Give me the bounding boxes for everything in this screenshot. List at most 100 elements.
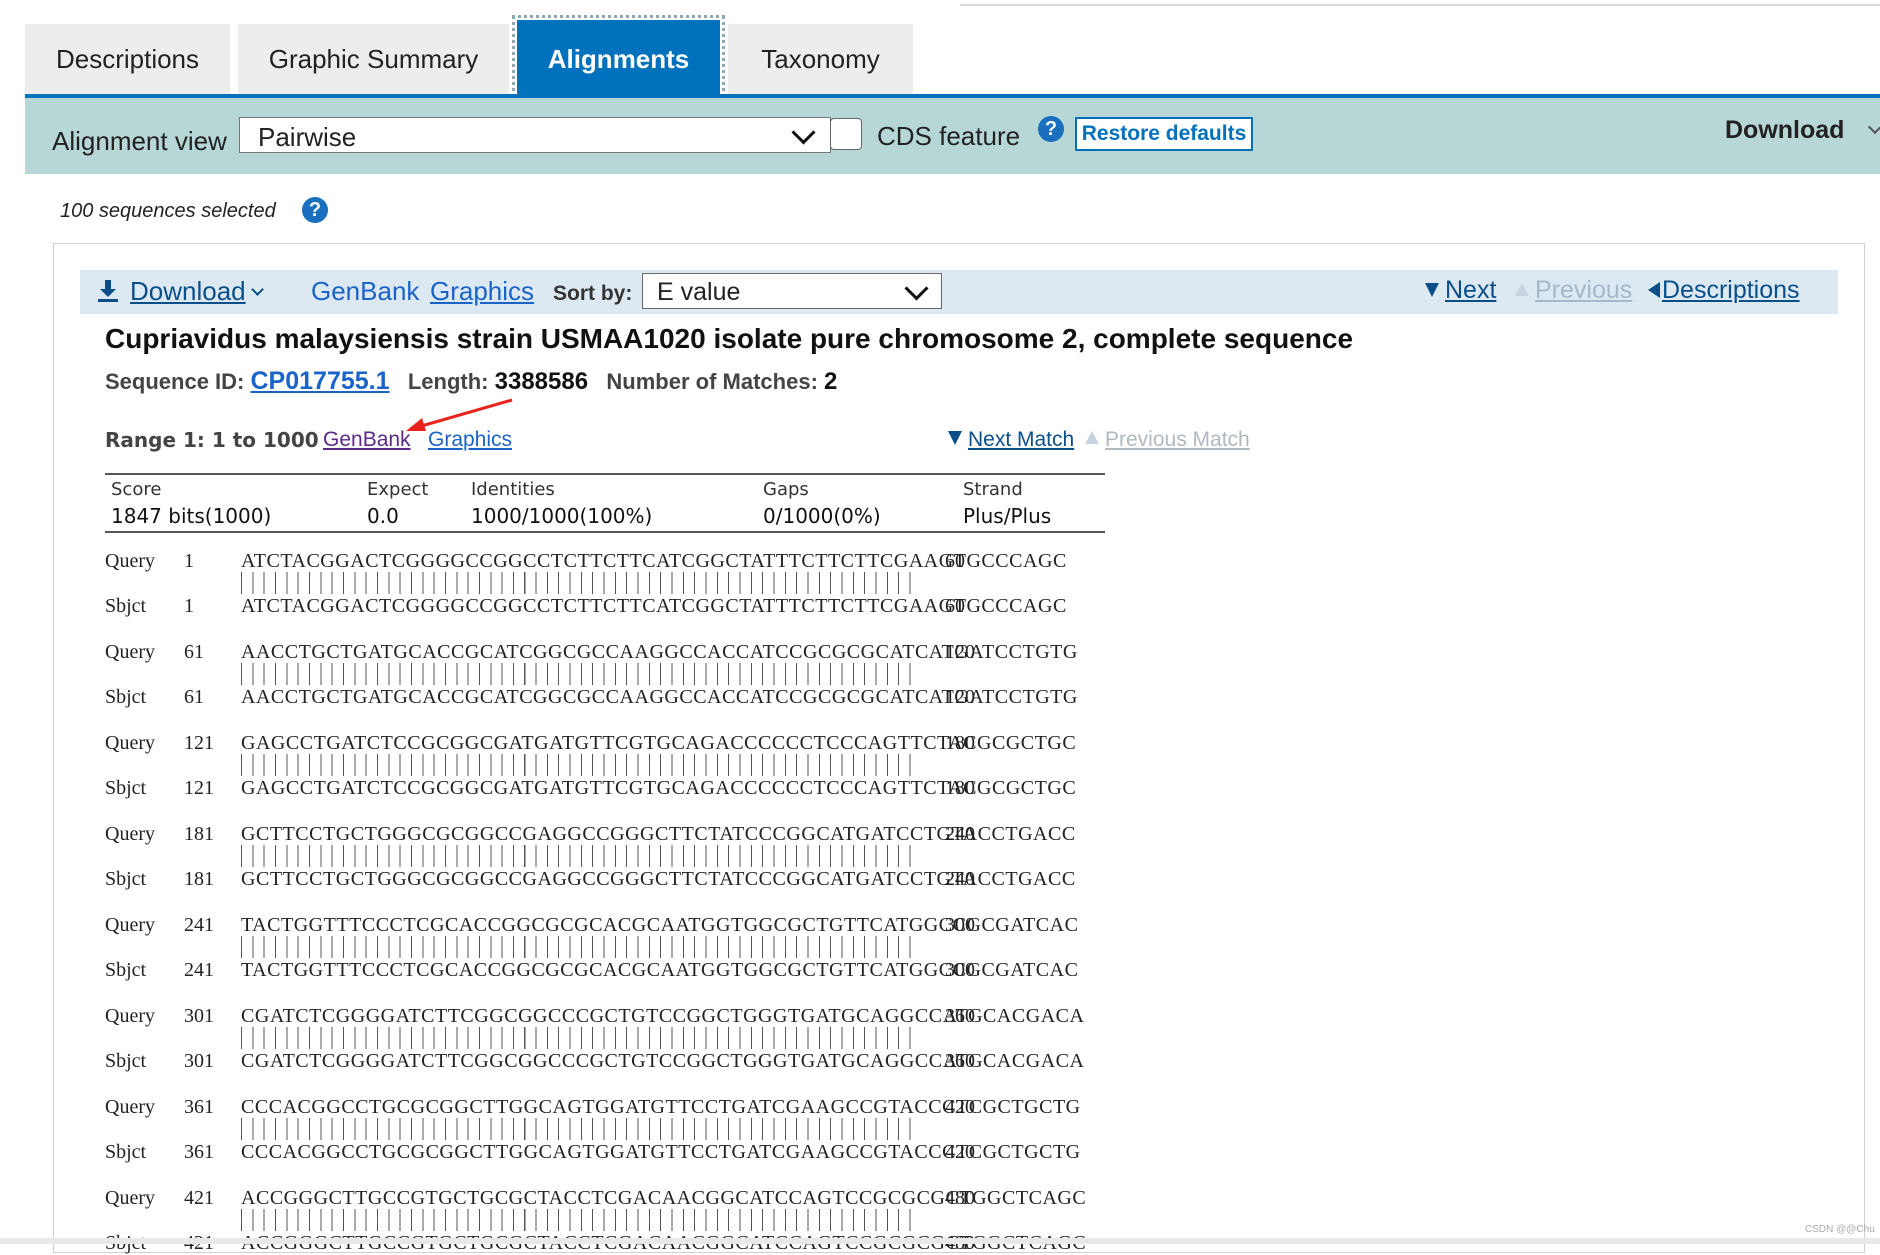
match-bars <box>241 1027 921 1049</box>
sort-by-label: Sort by: <box>553 282 633 305</box>
help-icon[interactable]: ? <box>302 197 328 223</box>
sbjct-end: 180 <box>945 777 975 799</box>
graphics-link[interactable]: Graphics <box>430 276 534 307</box>
cds-feature-checkbox[interactable] <box>830 118 862 150</box>
genbank-link[interactable]: GenBank <box>311 276 419 307</box>
sbjct-sequence: ATCTACGGACTCGGGGCCGGCCTCTTCTTCATCGGCTATT… <box>241 595 1067 617</box>
match-bars <box>241 663 921 685</box>
triangle-up-icon <box>1085 431 1099 444</box>
sbjct-end: 60 <box>945 595 965 617</box>
score-value: 1847 bits(1000) <box>111 504 272 528</box>
expect-value: 0.0 <box>367 504 399 528</box>
download-icon <box>98 280 118 302</box>
watermark: CSDN @@Chu <box>1805 1224 1875 1235</box>
cds-feature-label: CDS feature <box>877 121 1021 151</box>
triangle-down-icon <box>1425 283 1439 297</box>
sequence-id-link[interactable]: CP017755.1 <box>251 367 390 395</box>
match-bars <box>241 936 921 958</box>
next-match-link[interactable]: Next Match <box>948 428 1074 452</box>
identities-header: Identities <box>471 479 555 500</box>
query-end: 300 <box>945 914 975 936</box>
hit-toolbar: Download GenBank Graphics Sort by: E val… <box>80 270 1838 314</box>
previous-match-label: Previous Match <box>1105 428 1250 451</box>
alignment-view-label: Alignment view <box>52 126 227 156</box>
restore-defaults-button[interactable]: Restore defaults <box>1075 117 1253 151</box>
sbjct-label: Sbjct <box>105 1050 147 1072</box>
score-table: Score Expect Identities Gaps Strand 1847… <box>105 473 1105 533</box>
download-link[interactable]: Download <box>130 276 246 307</box>
query-end: 60 <box>945 550 965 572</box>
query-start: 241 <box>184 914 214 936</box>
sbjct-label: Sbjct <box>105 959 147 981</box>
sbjct-end: 360 <box>945 1050 975 1072</box>
alignment-view-bar: Alignment view Pairwise CDS feature ? Re… <box>25 98 1880 174</box>
triangle-left-icon <box>1648 282 1660 298</box>
sbjct-end: 420 <box>945 1141 975 1163</box>
sbjct-start: 1 <box>184 595 194 617</box>
alignment-view-select[interactable]: Pairwise <box>239 117 831 153</box>
help-icon[interactable]: ? <box>1038 116 1064 142</box>
query-sequence: ATCTACGGACTCGGGGCCGGCCTCTTCTTCATCGGCTATT… <box>241 550 1067 572</box>
match-bars <box>241 754 921 776</box>
sbjct-start: 241 <box>184 959 214 981</box>
chevron-down-icon <box>904 276 929 301</box>
next-match-label: Next Match <box>968 428 1075 451</box>
sbjct-end: 300 <box>945 959 975 981</box>
annotation-arrow-icon <box>406 398 513 431</box>
sbjct-end: 240 <box>945 868 975 890</box>
query-end: 480 <box>945 1187 975 1209</box>
tab-graphic-summary[interactable]: Graphic Summary <box>238 24 509 94</box>
hit-meta: Sequence ID: CP017755.1 Length: 3388586 … <box>105 367 837 396</box>
query-start: 301 <box>184 1005 214 1027</box>
query-label: Query <box>105 732 155 754</box>
tab-taxonomy[interactable]: Taxonomy <box>728 24 913 94</box>
query-start: 361 <box>184 1096 214 1118</box>
chevron-down-icon <box>1867 119 1880 135</box>
matches-label: Number of Matches: <box>606 369 818 394</box>
hit-title: Cupriavidus malaysiensis strain USMAA102… <box>105 323 1354 354</box>
query-start: 61 <box>184 641 204 663</box>
query-end: 180 <box>945 732 975 754</box>
query-label: Query <box>105 550 155 572</box>
bottom-scrollbar[interactable] <box>0 1238 1880 1244</box>
sort-by-select[interactable]: E value <box>642 273 942 309</box>
match-bars <box>241 845 921 867</box>
query-end: 420 <box>945 1096 975 1118</box>
query-end: 360 <box>945 1005 975 1027</box>
sort-by-value: E value <box>657 278 741 306</box>
sbjct-label: Sbjct <box>105 1141 147 1163</box>
query-label: Query <box>105 823 155 845</box>
identities-value: 1000/1000(100%) <box>471 504 653 528</box>
query-start: 1 <box>184 550 194 572</box>
query-end: 240 <box>945 823 975 845</box>
chevron-down-icon <box>791 120 816 145</box>
triangle-down-icon <box>948 431 962 445</box>
previous-label: Previous <box>1535 276 1633 304</box>
query-start: 421 <box>184 1187 214 1209</box>
next-link[interactable]: Next <box>1425 276 1496 305</box>
tab-alignments[interactable]: Alignments <box>512 15 725 99</box>
query-start: 121 <box>184 732 214 754</box>
sbjct-start: 361 <box>184 1141 214 1163</box>
download-menu-button[interactable]: Download <box>1725 116 1844 145</box>
previous-match-link[interactable]: Previous Match <box>1085 428 1250 452</box>
sbjct-end: 120 <box>945 686 975 708</box>
sbjct-start: 301 <box>184 1050 214 1072</box>
gaps-value: 0/1000(0%) <box>763 504 881 528</box>
result-tabs: Descriptions Graphic Summary Alignments … <box>25 15 921 99</box>
descriptions-link[interactable]: Descriptions <box>1648 276 1800 305</box>
query-label: Query <box>105 641 155 663</box>
query-label: Query <box>105 1187 155 1209</box>
length-label: Length: <box>407 369 489 394</box>
range-genbank-link[interactable]: GenBank <box>323 428 411 452</box>
query-end: 120 <box>945 641 975 663</box>
expect-header: Expect <box>367 479 429 500</box>
sbjct-start: 61 <box>184 686 204 708</box>
tab-descriptions[interactable]: Descriptions <box>25 24 230 94</box>
previous-link[interactable]: Previous <box>1515 276 1632 305</box>
sequence-id-label: Sequence ID: <box>105 369 245 394</box>
gaps-header: Gaps <box>763 479 809 500</box>
strand-value: Plus/Plus <box>963 504 1052 528</box>
query-start: 181 <box>184 823 214 845</box>
query-label: Query <box>105 914 155 936</box>
